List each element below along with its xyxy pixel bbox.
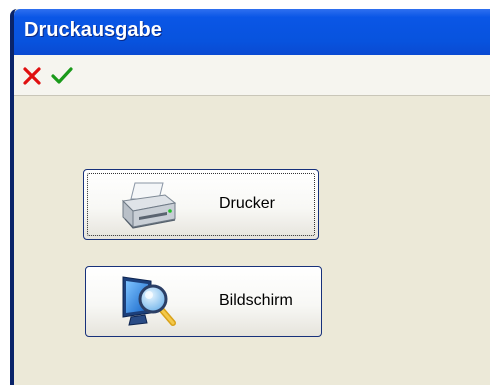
print-output-window: Druckausgabe Drucker Bildschirm: [10, 9, 490, 385]
screen-button[interactable]: Bildschirm: [85, 266, 322, 337]
client-area: Drucker Bildschirm: [14, 96, 490, 385]
cancel-button[interactable]: [20, 64, 44, 88]
checkmark-icon: [51, 67, 73, 84]
toolbar: [14, 55, 490, 96]
monitor-magnifier-icon: [122, 276, 176, 326]
confirm-button[interactable]: [50, 64, 74, 88]
screen-button-label: Bildschirm: [219, 292, 293, 309]
window-title: Druckausgabe: [24, 19, 162, 41]
title-bar[interactable]: Druckausgabe: [14, 9, 490, 55]
printer-button-label: Drucker: [219, 195, 276, 212]
printer-icon: [121, 182, 177, 229]
close-icon: [23, 67, 41, 85]
printer-button[interactable]: Drucker: [83, 169, 319, 240]
